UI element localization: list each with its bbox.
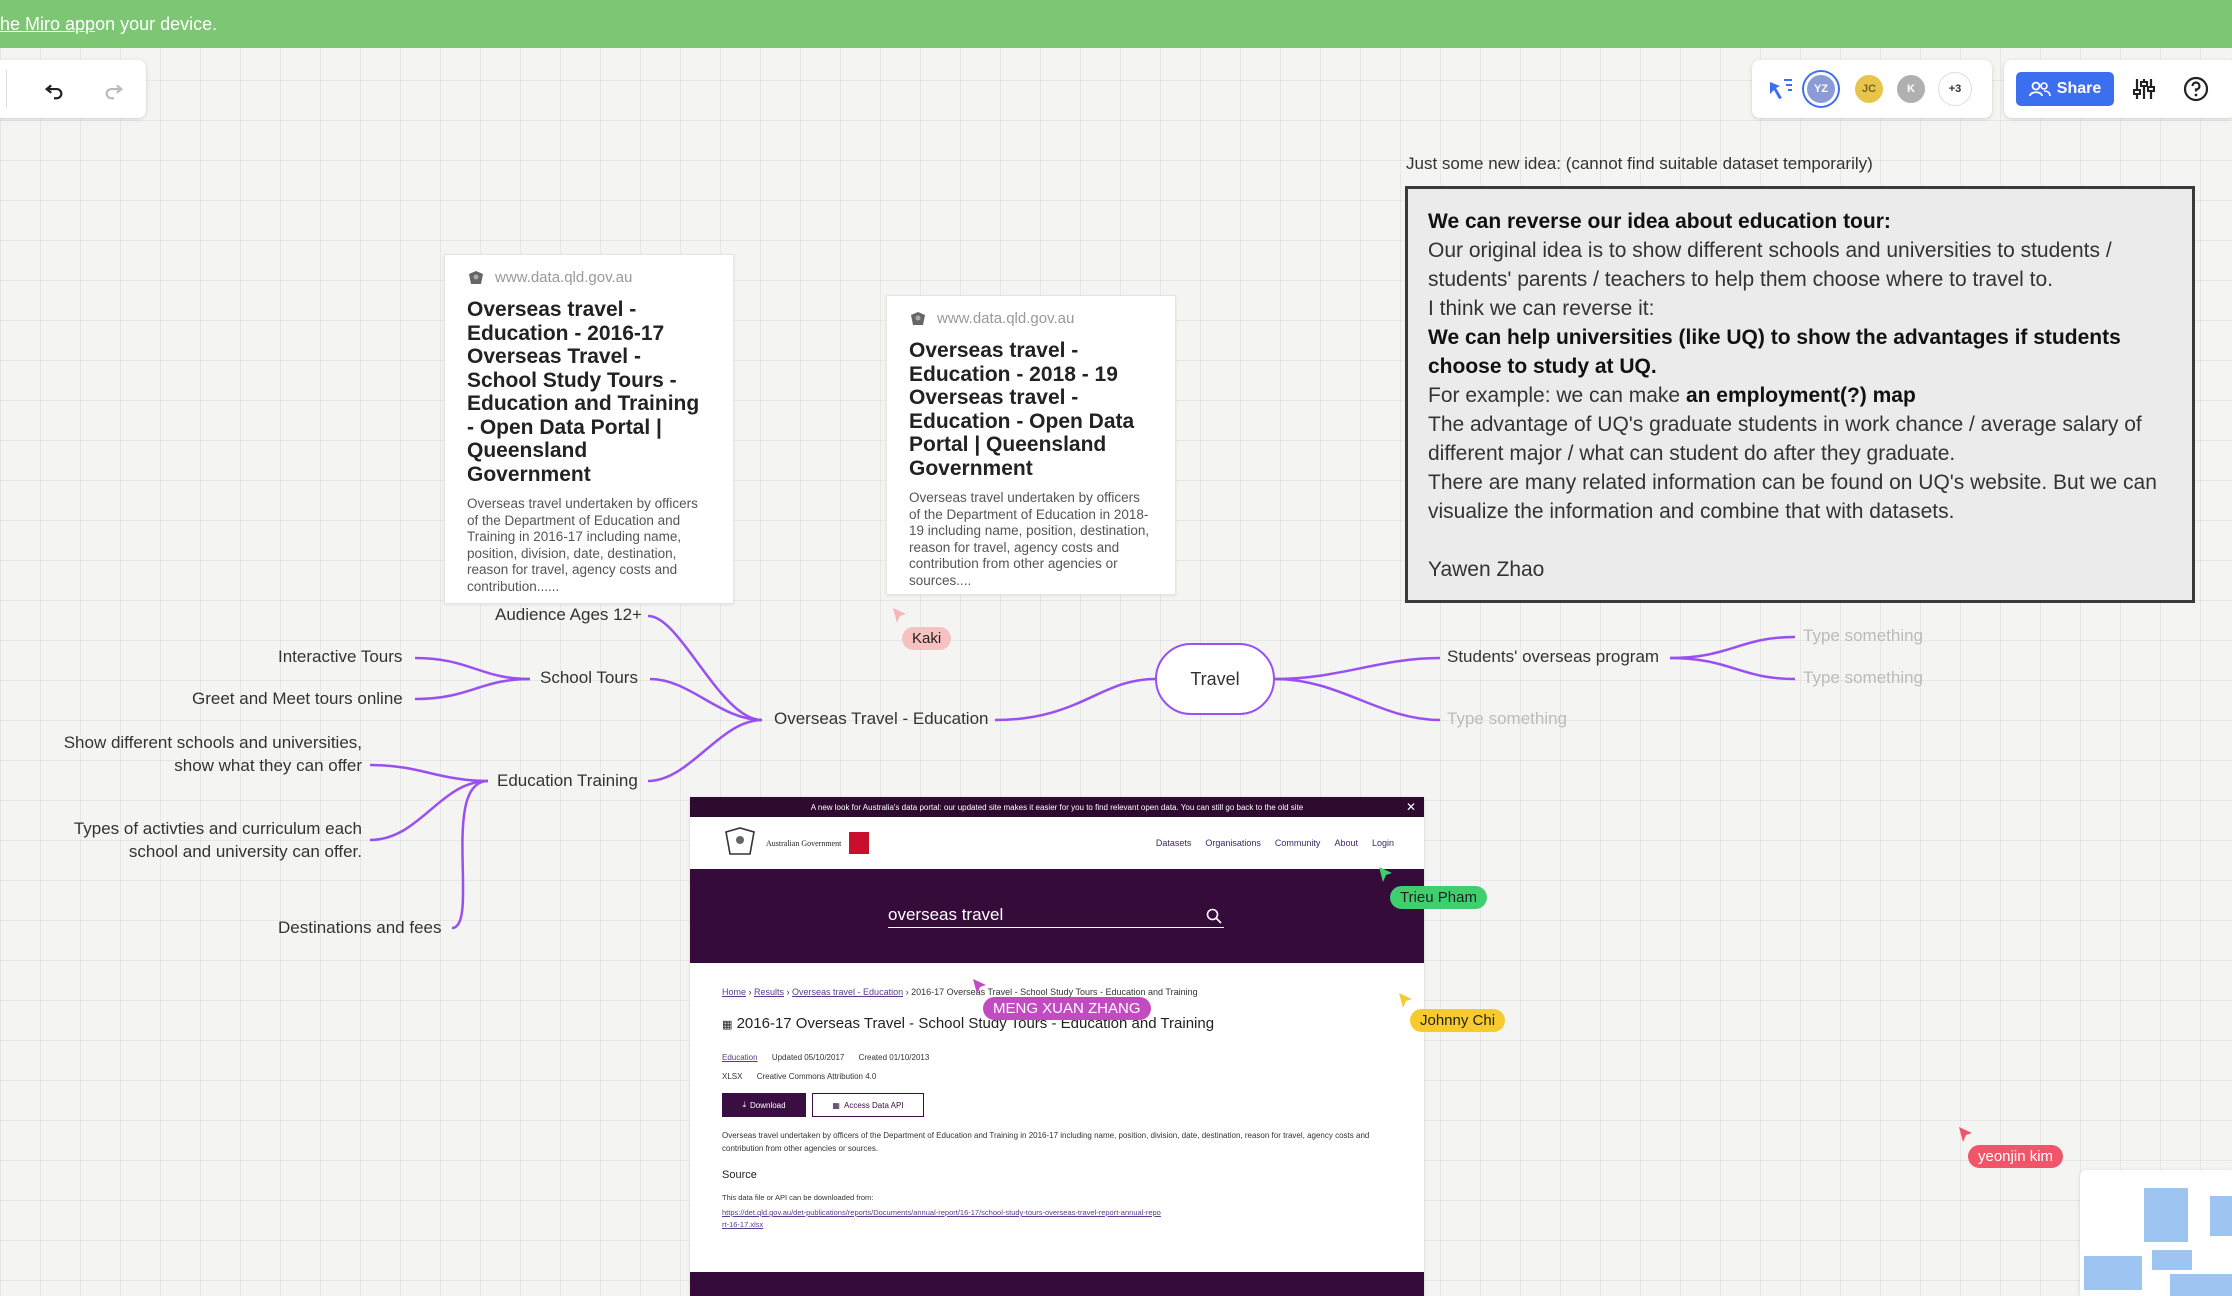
mindmap-placeholder-node[interactable]: Type something xyxy=(1803,626,1923,646)
data-logo xyxy=(849,832,870,854)
dataset-meta: Education Updated 05/10/2017 Created 01/… xyxy=(722,1053,929,1062)
minimap[interactable] xyxy=(2080,1170,2232,1296)
mindmap-node-line: Show different schools and universities, xyxy=(63,733,362,752)
search-icon xyxy=(1206,908,1222,924)
mindmap-edge xyxy=(647,718,763,783)
mindmap-edge xyxy=(369,763,489,783)
nav-link[interactable]: About xyxy=(1334,838,1358,848)
mindmap-node-line: show what they can offer xyxy=(174,756,362,775)
source-heading: Source xyxy=(722,1169,757,1181)
minimap-block xyxy=(2170,1274,2232,1296)
cursor-label: Kaki xyxy=(902,627,952,650)
mindmap-center-node[interactable]: Overseas Travel - Education xyxy=(774,709,988,729)
portal-notice: A new look for Australia's data portal: … xyxy=(690,797,1424,817)
cursor-arrow-icon xyxy=(893,608,906,623)
portal-nav-links: Datasets Organisations Community About L… xyxy=(1156,838,1394,848)
mindmap-edge xyxy=(1669,656,1796,681)
cursor-label: yeonjin kim xyxy=(1968,1145,2064,1168)
dataset-created: Created 01/10/2013 xyxy=(858,1053,930,1062)
crumb-link[interactable]: Overseas travel - Education xyxy=(792,987,903,997)
mindmap-edge xyxy=(369,779,489,842)
minimap-block xyxy=(2152,1250,2192,1270)
portal-notice-text: A new look for Australia's data portal: … xyxy=(810,802,1304,812)
download-label: Download xyxy=(749,1100,786,1110)
api-icon: ▦ xyxy=(832,1100,840,1110)
cursor-label: Trieu Pham xyxy=(1390,886,1487,909)
cursor-arrow-icon xyxy=(973,979,986,994)
access-api-button[interactable]: ▦ Access Data API xyxy=(812,1093,924,1117)
minimap-block xyxy=(2144,1188,2188,1242)
portal-footer xyxy=(690,1272,1424,1296)
mindmap-node[interactable]: Destinations and fees xyxy=(278,918,442,938)
source-text: This data file or API can be downloaded … xyxy=(722,1193,874,1202)
breadcrumb: Home › Results › Overseas travel - Educa… xyxy=(722,987,1198,997)
mindmap-node-line: Types of activties and curriculum each xyxy=(73,819,362,838)
mindmap-node-line: school and university can offer. xyxy=(128,842,362,861)
mindmap-node[interactable]: Show different schools and universities,… xyxy=(40,731,362,777)
api-label: Access Data API xyxy=(843,1100,904,1110)
mindmap-placeholder-node[interactable]: Type something xyxy=(1803,668,1923,688)
mindmap-node[interactable]: Students' overseas program xyxy=(1447,647,1659,667)
dataset-tag[interactable]: Education xyxy=(722,1053,758,1062)
cursor-label: Johnny Chi xyxy=(1410,1009,1506,1032)
mindmap-node[interactable]: Interactive Tours xyxy=(278,647,402,667)
mindmap-edge xyxy=(994,677,1156,722)
mindmap-edge xyxy=(451,779,489,930)
coat-of-arms-icon xyxy=(725,827,755,855)
mindmap-edge xyxy=(414,677,531,701)
mindmap-edge xyxy=(414,656,531,681)
portal-search-banner: overseas travel xyxy=(690,869,1424,963)
mindmap-node[interactable]: Types of activties and curriculum each s… xyxy=(40,817,362,863)
cursor-arrow-icon xyxy=(1399,993,1412,1008)
crumb-current: 2016-17 Overseas Travel - School Study T… xyxy=(911,987,1198,997)
gov-label: Australian Government xyxy=(766,838,842,848)
mindmap-placeholder-node[interactable]: Type something xyxy=(1447,709,1567,729)
nav-link[interactable]: Datasets xyxy=(1156,838,1192,848)
portal-search-input[interactable]: overseas travel xyxy=(888,905,1224,928)
mindmap-node[interactable]: Audience Ages 12+ xyxy=(495,605,642,625)
mindmap-edge xyxy=(1274,656,1441,681)
table-icon: ▦ xyxy=(722,1019,733,1031)
mindmap-root-node[interactable]: Travel xyxy=(1155,643,1275,715)
search-value: overseas travel xyxy=(888,905,1004,924)
minimap-block xyxy=(2210,1196,2232,1236)
crumb-link[interactable]: Home xyxy=(722,987,746,997)
cursor-arrow-icon xyxy=(1959,1127,1972,1142)
mindmap-edge xyxy=(1669,635,1796,660)
nav-link[interactable]: Organisations xyxy=(1205,838,1261,848)
format-label: XLSX xyxy=(722,1072,743,1081)
dataset-format: XLSX Creative Commons Attribution 4.0 xyxy=(722,1072,876,1081)
embedded-screenshot[interactable]: A new look for Australia's data portal: … xyxy=(690,797,1424,1296)
source-link[interactable]: https://det.qld.gov.au/det-publications/… xyxy=(722,1207,1162,1231)
minimap-block xyxy=(2084,1256,2142,1290)
crumb-link[interactable]: Results xyxy=(754,987,784,997)
dataset-description: Overseas travel undertaken by officers o… xyxy=(722,1131,1370,1153)
nav-link[interactable]: Login xyxy=(1372,838,1394,848)
mindmap-node[interactable]: School Tours xyxy=(540,668,638,688)
close-icon: ✕ xyxy=(1405,800,1416,814)
mindmap-edge xyxy=(1274,677,1441,722)
nav-link[interactable]: Community xyxy=(1275,838,1321,848)
mindmap-edge xyxy=(647,614,763,722)
cursor-label: MENG XUAN ZHANG xyxy=(983,997,1151,1020)
mindmap-node[interactable]: Greet and Meet tours online xyxy=(192,689,403,709)
download-button[interactable]: ⤓ Download xyxy=(722,1093,806,1117)
download-icon: ⤓ xyxy=(742,1100,746,1109)
dataset-updated: Updated 05/10/2017 xyxy=(771,1053,845,1062)
cursor-arrow-icon xyxy=(1379,867,1392,882)
portal-nav: Australian Government Datasets Organisat… xyxy=(690,817,1424,869)
mindmap-node[interactable]: Education Training xyxy=(497,771,638,791)
license-label: Creative Commons Attribution 4.0 xyxy=(756,1072,877,1081)
